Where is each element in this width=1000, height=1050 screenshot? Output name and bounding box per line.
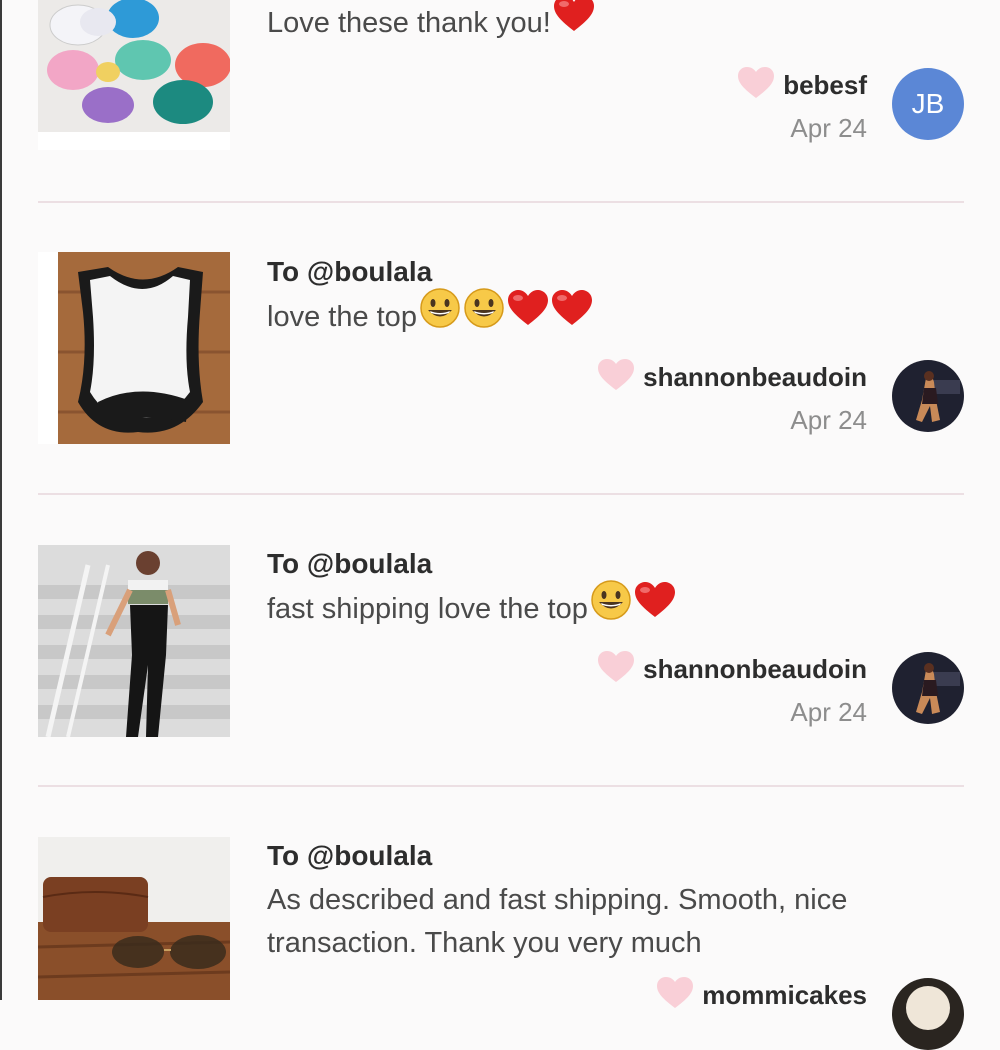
user-avatar[interactable] (892, 652, 964, 724)
review-meta: mommicakes (656, 976, 867, 1015)
review-date: Apr 24 (790, 405, 867, 435)
like-heart-icon[interactable] (737, 66, 775, 105)
review-thumbnail[interactable] (38, 252, 230, 444)
grinning-face-emoji (419, 287, 461, 342)
red-heart-emoji (634, 581, 676, 632)
review-thumbnail[interactable] (38, 0, 230, 150)
divider (38, 785, 964, 787)
review-recipient[interactable]: To @boulala (267, 256, 432, 288)
review-meta: shannonbeaudoin Apr 24 (597, 650, 867, 728)
review-author[interactable]: bebesf (783, 70, 867, 101)
user-avatar[interactable]: JB (892, 68, 964, 140)
review-author[interactable]: mommicakes (702, 980, 867, 1011)
review-meta: shannonbeaudoin Apr 24 (597, 358, 867, 436)
red-heart-emoji (507, 289, 549, 340)
left-edge (0, 0, 2, 1000)
review-thumbnail[interactable] (38, 545, 230, 737)
review-comment: fast shipping love the top (267, 580, 957, 634)
review-date: Apr 24 (790, 697, 867, 727)
review-recipient[interactable]: To @boulala (267, 840, 432, 872)
user-avatar[interactable] (892, 360, 964, 432)
review-date: Apr 24 (790, 113, 867, 143)
grinning-face-emoji (463, 287, 505, 342)
review-meta: bebesf Apr 24 (737, 66, 867, 144)
review-thumbnail[interactable] (38, 837, 230, 1000)
review-author[interactable]: shannonbeaudoin (643, 654, 867, 685)
red-heart-emoji (551, 289, 593, 340)
like-heart-icon[interactable] (597, 650, 635, 689)
review-recipient[interactable]: To @boulala (267, 548, 432, 580)
red-heart-emoji (553, 0, 595, 46)
review-author[interactable]: shannonbeaudoin (643, 362, 867, 393)
like-heart-icon[interactable] (597, 358, 635, 397)
review-comment: Love these thank you! (267, 0, 957, 46)
like-heart-icon[interactable] (656, 976, 694, 1015)
user-avatar[interactable] (892, 978, 964, 1050)
review-comment: love the top (267, 288, 957, 342)
review-comment: As described and fast shipping. Smooth, … (267, 884, 848, 959)
divider (38, 201, 964, 203)
divider (38, 493, 964, 495)
grinning-face-emoji (590, 579, 632, 634)
